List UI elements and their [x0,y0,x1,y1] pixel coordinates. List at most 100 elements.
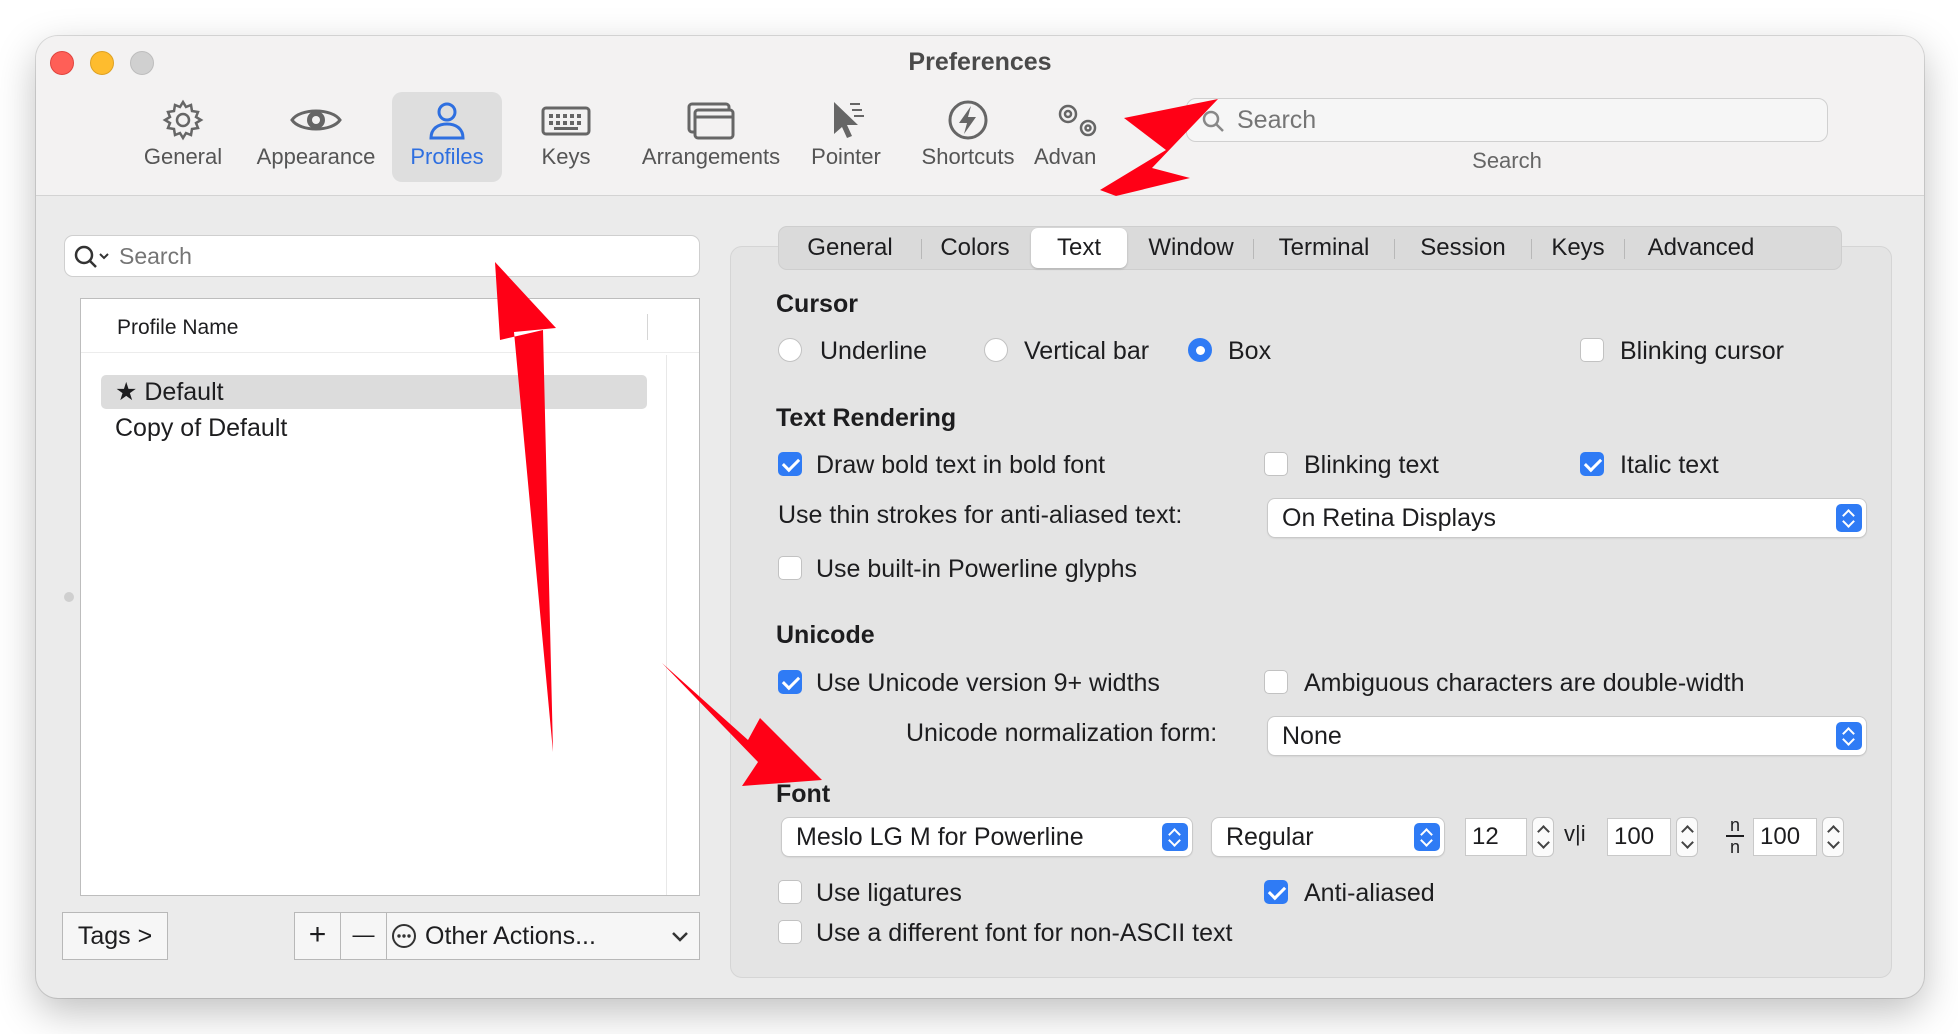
toolbar-label: Profiles [410,144,484,169]
vertical-spacing-icon-top: n [1729,815,1740,835]
toolbar-search-field[interactable] [1186,98,1828,142]
toolbar-label: General [143,144,223,169]
profile-search-field[interactable] [64,235,700,277]
non-ascii-font-label: Use a different font for non-ASCII text [816,919,1233,947]
column-header[interactable]: Profile Name [81,299,699,353]
toolbar-label: Shortcuts [921,144,1015,169]
blinking-cursor-label: Blinking cursor [1620,337,1784,365]
anti-aliased-checkbox[interactable] [1264,880,1288,904]
unicode-v9-checkbox[interactable] [778,670,802,694]
popup-arrows-icon [1836,504,1862,532]
profile-tab-bar: General Colors Text Window Terminal Sess… [778,226,1842,270]
vertical-spacing-field[interactable]: 100 [1754,819,1816,855]
tab-keys[interactable]: Keys [1532,227,1624,269]
profile-search-input[interactable] [119,242,679,270]
toolbar-label: Advan [1034,144,1097,169]
ligatures-label: Use ligatures [816,879,962,907]
non-ascii-font-checkbox[interactable] [778,920,802,944]
tab-session[interactable]: Session [1395,227,1531,269]
profile-name: Default [144,378,224,406]
search-icon [1202,110,1224,132]
other-actions-menu[interactable]: Other Actions... [425,913,596,959]
profile-row-copy-of-default[interactable]: Copy of Default [101,411,647,445]
profile-row-default[interactable]: ★ Default [101,375,647,409]
font-family-select[interactable]: Meslo LG M for Powerline [782,818,1192,856]
italic-text-label: Italic text [1620,451,1719,479]
toolbar: Preferences General Appearance Profiles … [36,36,1924,196]
cursor-underline-label: Underline [820,337,928,365]
cursor-underline-radio[interactable] [778,338,802,362]
tags-button[interactable]: Tags > [62,912,168,960]
toolbar-label: Pointer [811,144,881,169]
column-divider [647,314,648,340]
cursor-box-radio[interactable] [1188,338,1212,362]
normalization-label: Unicode normalization form: [906,719,1218,747]
cursor-vertical-bar-label: Vertical bar [1024,337,1150,365]
font-style-select[interactable]: Regular [1212,818,1444,856]
profile-actions-bar: + — Other Actions... [294,912,700,960]
windows-icon [687,102,735,140]
tab-advanced[interactable]: Advanced [1625,227,1777,269]
blinking-text-checkbox[interactable] [1264,452,1288,476]
toolbar-pointer[interactable]: Pointer [796,92,896,182]
search-icon [74,245,109,268]
italic-text-checkbox[interactable] [1580,452,1604,476]
popup-arrows-icon [1836,722,1862,750]
vertical-spacing-icon-bottom: n [1729,837,1740,857]
toolbar-advanced[interactable]: Advan [1034,92,1114,182]
remove-profile-button[interactable]: — [341,913,387,959]
bold-font-checkbox[interactable] [778,452,802,476]
horizontal-spacing-stepper[interactable] [1676,817,1698,857]
profile-name: Copy of Default [115,414,288,442]
ligatures-checkbox[interactable] [778,880,802,904]
ambiguous-width-checkbox[interactable] [1264,670,1288,694]
bolt-icon [948,100,988,140]
cursor-vertical-bar-radio[interactable] [984,338,1008,362]
profile-list: Profile Name ★ Default Copy of Default [80,298,700,896]
powerline-glyphs-checkbox[interactable] [778,556,802,580]
toolbar-arrangements[interactable]: Arrangements [626,92,796,182]
column-header-label: Profile Name [117,316,239,339]
font-size-stepper[interactable] [1532,817,1554,857]
pointer-icon [834,102,864,138]
font-style-value: Regular [1226,823,1314,851]
eye-icon [290,109,342,131]
unicode-heading: Unicode [776,621,875,649]
add-profile-button[interactable]: + [295,913,341,959]
normalization-select[interactable]: None [1268,717,1866,755]
blinking-cursor-checkbox[interactable] [1580,338,1604,362]
gears-icon [1058,104,1097,137]
toolbar-general[interactable]: General [136,92,230,182]
toolbar-shortcuts[interactable]: Shortcuts [912,92,1024,182]
font-family-value: Meslo LG M for Powerline [796,823,1084,851]
unicode-v9-label: Use Unicode version 9+ widths [816,669,1160,697]
tab-terminal[interactable]: Terminal [1254,227,1394,269]
toolbar-search-input[interactable] [1237,105,1797,135]
window-title: Preferences [908,48,1052,76]
tab-general[interactable]: General [779,227,921,269]
font-heading: Font [776,780,831,808]
chevron-down-icon [672,932,688,942]
tab-window[interactable]: Window [1129,227,1253,269]
toolbar-keys[interactable]: Keys [516,92,616,182]
popup-arrows-icon [1162,823,1188,851]
list-divider [666,355,667,895]
split-handle[interactable] [64,592,74,602]
toolbar-label: Keys [541,144,591,169]
thin-strokes-value: On Retina Displays [1282,504,1496,532]
toolbar-profiles[interactable]: Profiles [392,92,502,182]
font-size-field[interactable]: 12 [1466,819,1526,855]
thin-strokes-select[interactable]: On Retina Displays [1268,499,1866,537]
preferences-window: Preferences General Appearance Profiles … [36,36,1924,998]
horizontal-spacing-field[interactable]: 100 [1608,819,1670,855]
star-icon: ★ [115,378,138,406]
toolbar-label: Arrangements [641,144,781,169]
vertical-spacing-stepper[interactable] [1822,817,1844,857]
tab-colors[interactable]: Colors [922,227,1028,269]
thin-strokes-label: Use thin strokes for anti-aliased text: [778,501,1183,529]
keyboard-icon [541,106,591,136]
text-rendering-heading: Text Rendering [776,404,957,432]
toolbar-appearance[interactable]: Appearance [248,92,384,182]
tab-text[interactable]: Text [1031,228,1127,268]
toolbar-label: Appearance [256,144,376,169]
